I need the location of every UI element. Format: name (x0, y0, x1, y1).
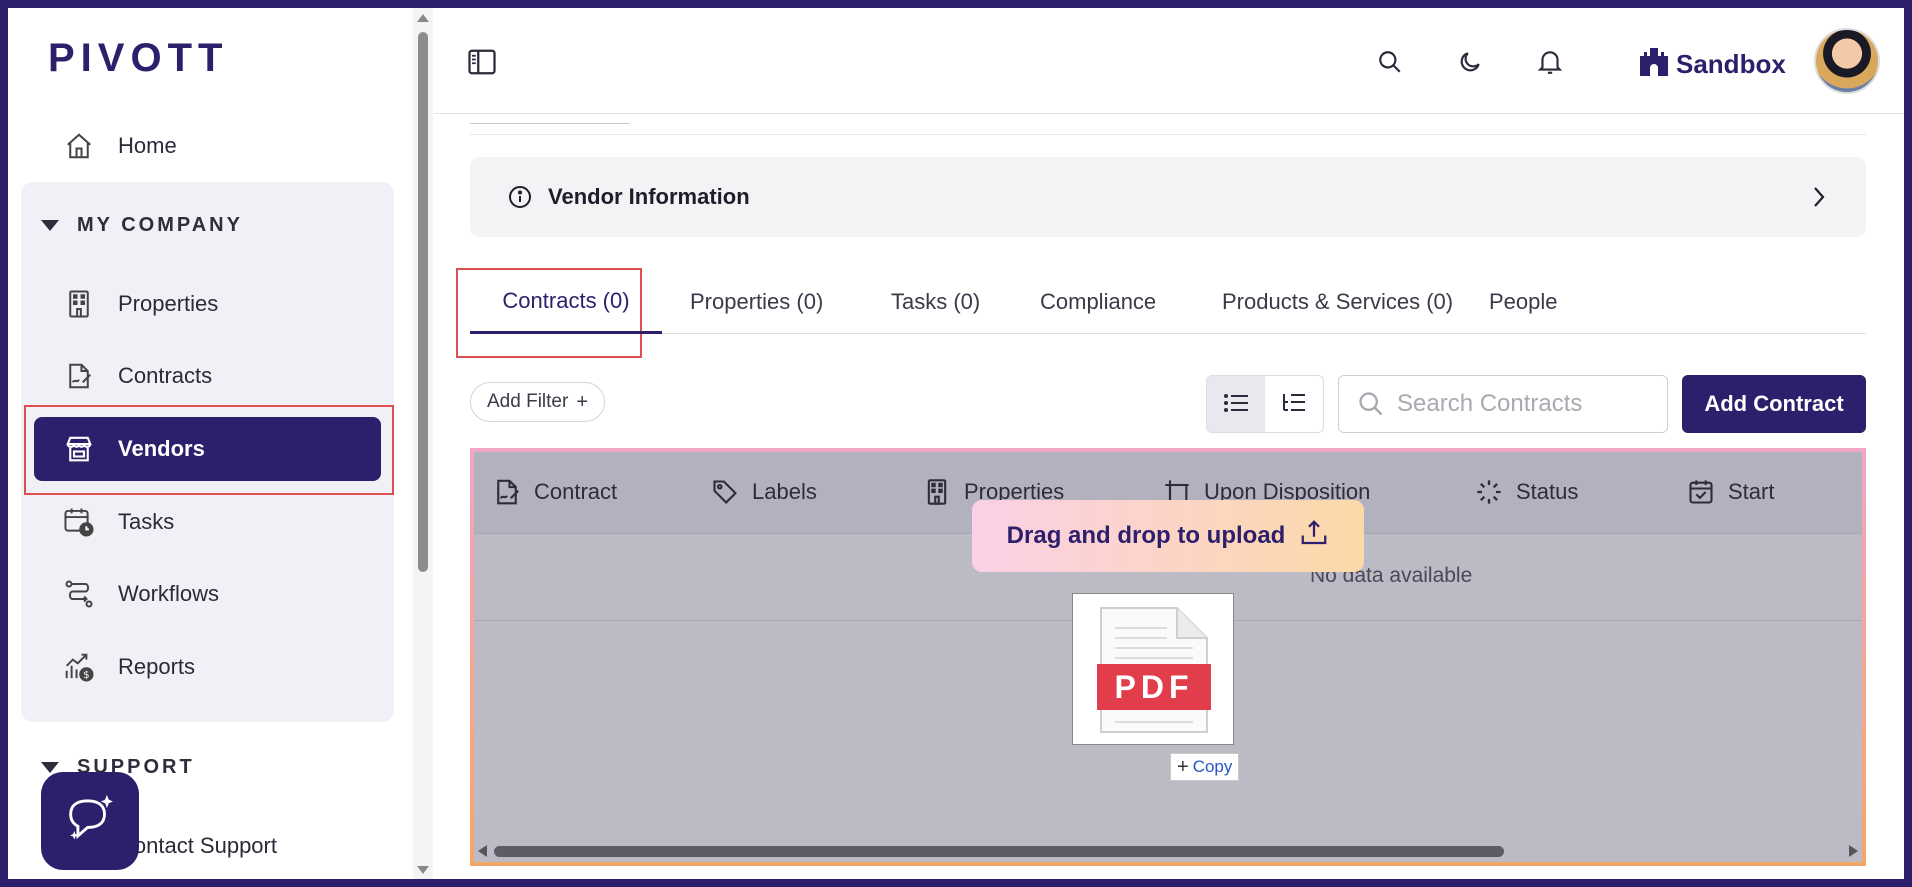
scroll-down-arrow[interactable] (417, 866, 429, 874)
building-icon (62, 287, 96, 321)
avatar[interactable] (1814, 28, 1880, 94)
chart-dollar-icon: $ (62, 650, 96, 684)
info-icon (508, 185, 532, 209)
tab-compliance[interactable]: Compliance (1040, 270, 1156, 334)
search-contracts-field[interactable] (1338, 375, 1668, 433)
sidebar-item-workflows[interactable]: Workflows (34, 562, 389, 626)
spinner-icon (1474, 477, 1504, 507)
sidebar-item-label: Workflows (118, 581, 220, 606)
table-horizontal-scrollbar[interactable] (474, 840, 1862, 862)
tab-tasks[interactable]: Tasks (0) (891, 270, 980, 334)
caret-down-icon (41, 220, 59, 231)
add-filter-button[interactable]: Add Filter + (470, 382, 605, 422)
sidebar-item-label: Home (118, 133, 177, 158)
scroll-left-arrow[interactable] (478, 845, 487, 857)
app-window: PIVOTT Home MY COMPANY Properties Contra… (8, 8, 1904, 879)
chat-sparkle-icon (61, 790, 119, 853)
column-contract[interactable]: Contract (492, 477, 617, 507)
tree-list-icon (1281, 392, 1307, 419)
my-company-header[interactable]: MY COMPANY (41, 214, 243, 237)
upload-icon (1299, 518, 1329, 555)
home-icon (62, 129, 96, 163)
moon-icon[interactable] (1454, 46, 1486, 78)
table-scroll-thumb[interactable] (494, 846, 1504, 857)
caret-down-icon (41, 762, 59, 773)
sidebar-item-tasks[interactable]: Tasks (34, 490, 389, 554)
bell-icon[interactable] (1534, 46, 1566, 78)
vendor-information-panel[interactable]: Vendor Information (470, 157, 1866, 237)
scroll-right-arrow[interactable] (1849, 845, 1858, 857)
group-title: MY COMPANY (77, 214, 243, 236)
contracts-table: Contract Labels Properties Upon Disposit… (470, 448, 1866, 866)
vendor-information-title: Vendor Information (548, 184, 750, 209)
pdf-badge: PDF (1097, 664, 1211, 710)
calendar-clock-icon (62, 505, 96, 539)
view-toggle (1206, 375, 1324, 433)
org-switcher[interactable]: Sandbox (1636, 44, 1786, 84)
contract-sign-icon (62, 359, 96, 393)
plus-icon: + (576, 390, 588, 413)
plus-icon: + (1177, 755, 1189, 778)
building-icon (922, 477, 952, 507)
sidebar: PIVOTT Home MY COMPANY Properties Contra… (8, 8, 413, 879)
workflow-icon (62, 577, 96, 611)
column-labels[interactable]: Labels (710, 477, 817, 507)
vendor-tabs: Contracts (0) Properties (0) Tasks (0) C… (470, 270, 1866, 334)
sidebar-item-label: Tasks (118, 509, 175, 534)
sidebar-item-vendors[interactable]: Vendors (34, 417, 381, 481)
copy-cursor-badge: + Copy (1170, 753, 1240, 781)
sidebar-item-contracts[interactable]: Contracts (34, 344, 389, 408)
tag-icon (710, 477, 740, 507)
list-view-button[interactable] (1207, 376, 1265, 432)
sidebar-item-reports[interactable]: $ Reports (34, 635, 389, 699)
section-divider (470, 134, 1866, 135)
sidebar-item-label: Contracts (118, 363, 213, 388)
add-contract-button[interactable]: Add Contract (1682, 375, 1866, 433)
contract-sign-icon (492, 477, 522, 507)
scroll-up-arrow[interactable] (417, 14, 429, 22)
list-icon (1223, 392, 1249, 419)
chat-assistant-button[interactable] (41, 772, 139, 870)
tree-view-button[interactable] (1265, 376, 1323, 432)
sidebar-scrollbar[interactable] (413, 8, 433, 879)
sidebar-item-properties[interactable]: Properties (34, 272, 389, 336)
chevron-right-icon[interactable] (1810, 185, 1828, 209)
drag-drop-upload-banner: Drag and drop to upload (972, 500, 1364, 572)
tab-properties[interactable]: Properties (0) (690, 270, 823, 334)
column-start[interactable]: Start (1686, 477, 1774, 507)
storefront-icon (62, 432, 96, 466)
tab-contracts[interactable]: Contracts (0) (470, 270, 662, 334)
main-content: Sandbox Vendor Information Contracts (0)… (434, 8, 1904, 879)
add-filter-label: Add Filter (487, 391, 569, 412)
castle-icon (1636, 44, 1672, 85)
dragged-pdf-file[interactable]: PDF (1072, 593, 1234, 745)
top-bar: Sandbox (434, 8, 1904, 114)
sidebar-item-label: Reports (118, 654, 196, 679)
search-contracts-input[interactable] (1397, 390, 1657, 418)
sidebar-scroll-thumb[interactable] (418, 32, 428, 572)
column-status[interactable]: Status (1474, 477, 1578, 507)
sidebar-toggle-icon[interactable] (466, 46, 498, 78)
search-icon[interactable] (1374, 46, 1406, 78)
org-name: Sandbox (1676, 48, 1786, 79)
sidebar-item-label: Properties (118, 291, 219, 316)
sidebar-item-home[interactable]: Home (34, 114, 389, 178)
tab-people[interactable]: People (1489, 270, 1558, 334)
sidebar-item-label: Vendors (118, 436, 205, 461)
tab-products-services[interactable]: Products & Services (0) (1222, 270, 1453, 334)
svg-text:$: $ (83, 670, 89, 681)
search-icon (1357, 390, 1385, 418)
calendar-check-icon (1686, 477, 1716, 507)
drag-drop-message: Drag and drop to upload (1006, 522, 1286, 549)
logo: PIVOTT (48, 36, 229, 80)
section-divider (470, 114, 630, 124)
sidebar-item-label: Contact Support (118, 833, 277, 858)
copy-label: Copy (1192, 757, 1233, 776)
